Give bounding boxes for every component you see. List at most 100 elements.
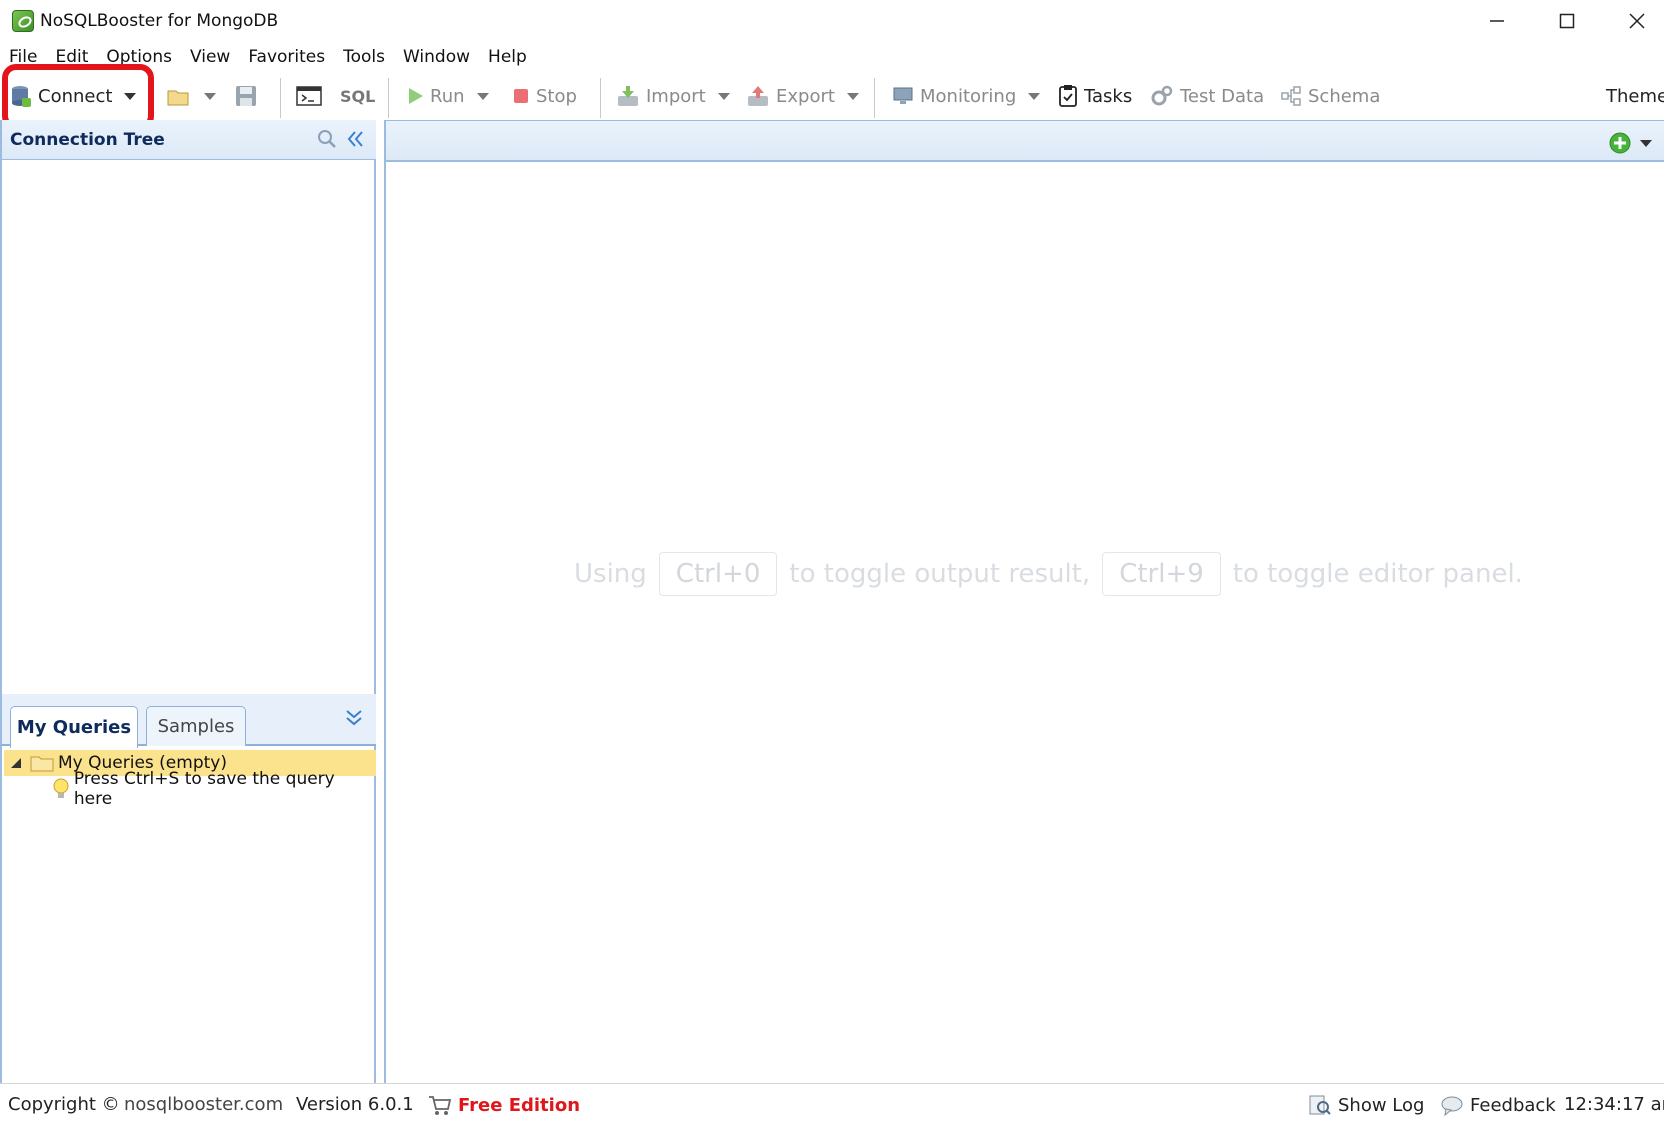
toolbar-separator xyxy=(600,78,601,118)
schema-button[interactable]: Schema xyxy=(1280,80,1380,112)
terminal-icon xyxy=(296,86,322,106)
tab-samples[interactable]: Samples xyxy=(146,706,246,746)
theme-button[interactable]: Theme xyxy=(1606,80,1664,112)
tasks-button[interactable]: Tasks xyxy=(1058,80,1132,112)
close-icon xyxy=(1629,13,1645,29)
minimize-button[interactable] xyxy=(1462,0,1532,42)
editor-empty-hint: Using Ctrl+0 to toggle output result, Ct… xyxy=(574,552,1523,596)
collapse-panel-icon[interactable] xyxy=(346,128,366,154)
schema-label: Schema xyxy=(1308,85,1381,107)
save-button[interactable] xyxy=(234,80,258,112)
chevron-down-icon[interactable] xyxy=(1640,139,1652,147)
close-button[interactable] xyxy=(1602,0,1664,42)
maximize-button[interactable] xyxy=(1532,0,1602,42)
expand-triangle-icon[interactable] xyxy=(10,757,22,769)
copyright-text: Copyright © xyxy=(8,1094,120,1115)
gears-icon xyxy=(1151,85,1173,106)
edition-label: Free Edition xyxy=(458,1094,581,1116)
menu-window[interactable]: Window xyxy=(394,47,479,67)
save-icon xyxy=(236,86,256,106)
search-icon[interactable] xyxy=(316,128,338,154)
hint-key-editor: Ctrl+9 xyxy=(1102,552,1221,596)
run-label: Run xyxy=(430,85,465,107)
toolbar: Connect SQL Run Stop Import Export Monit… xyxy=(0,64,1664,130)
monitoring-label: Monitoring xyxy=(920,85,1017,107)
my-queries-tree: My Queries (empty) Press Ctrl+S to save … xyxy=(0,746,376,1083)
show-log-button[interactable]: Show Log xyxy=(1308,1094,1424,1116)
hint-suffix: to toggle editor panel. xyxy=(1232,559,1523,589)
menu-view[interactable]: View xyxy=(181,47,239,67)
export-label: Export xyxy=(776,85,835,107)
theme-label: Theme xyxy=(1606,85,1664,107)
toolbar-separator xyxy=(280,78,281,118)
hint-middle: to toggle output result, xyxy=(789,559,1091,589)
import-button[interactable]: Import xyxy=(616,80,730,112)
clipboard-icon xyxy=(1059,85,1077,107)
maximize-icon xyxy=(1559,13,1575,29)
monitor-icon xyxy=(893,87,913,104)
stop-button[interactable]: Stop xyxy=(512,80,577,112)
play-icon xyxy=(409,88,423,104)
site-link[interactable]: nosqlbooster.com xyxy=(124,1094,283,1115)
tab-my-queries[interactable]: My Queries xyxy=(10,706,138,748)
lightbulb-icon xyxy=(53,778,69,798)
run-button[interactable]: Run xyxy=(406,80,489,112)
monitoring-button[interactable]: Monitoring xyxy=(892,80,1041,112)
clock-text: 12:34:17 am xyxy=(1564,1094,1664,1115)
test-data-label: Test Data xyxy=(1180,85,1265,107)
plus-circle-icon xyxy=(1609,132,1631,154)
tree-hint-row: Press Ctrl+S to save the query here xyxy=(52,769,376,809)
expand-down-icon[interactable] xyxy=(344,708,364,732)
tasks-label: Tasks xyxy=(1084,85,1133,107)
cart-icon xyxy=(429,1096,452,1115)
chevron-down-icon[interactable] xyxy=(476,92,489,100)
feedback-button[interactable]: Feedback xyxy=(1440,1094,1556,1116)
stop-icon xyxy=(514,89,528,103)
hint-key-output: Ctrl+0 xyxy=(658,552,778,596)
import-icon xyxy=(618,86,638,106)
connection-tree-header: Connection Tree xyxy=(0,120,376,160)
show-log-label: Show Log xyxy=(1338,1094,1425,1116)
stop-label: Stop xyxy=(536,85,577,107)
feedback-label: Feedback xyxy=(1470,1094,1556,1116)
menu-favorites[interactable]: Favorites xyxy=(239,47,334,67)
title-bar: NoSQLBooster for MongoDB xyxy=(0,0,1664,42)
app-logo-icon xyxy=(12,10,34,32)
status-bar: Copyright © nosqlbooster.com Version 6.0… xyxy=(0,1083,1664,1125)
log-search-icon xyxy=(1309,1095,1331,1115)
connection-tree-title: Connection Tree xyxy=(10,130,165,150)
open-button[interactable] xyxy=(166,80,216,112)
connection-tree[interactable] xyxy=(0,160,376,694)
toolbar-separator xyxy=(874,78,875,118)
minimize-icon xyxy=(1490,20,1504,22)
menu-tools[interactable]: Tools xyxy=(334,47,394,67)
chat-bubble-icon xyxy=(1441,1096,1463,1116)
version-text: Version 6.0.1 xyxy=(296,1094,414,1115)
chevron-down-icon[interactable] xyxy=(204,92,216,100)
chevron-down-icon[interactable] xyxy=(717,92,730,100)
edition-link[interactable]: Free Edition xyxy=(428,1094,580,1116)
chevron-down-icon[interactable] xyxy=(846,92,859,100)
schema-tree-icon xyxy=(1281,86,1301,106)
shell-button[interactable] xyxy=(296,80,322,112)
folder-icon xyxy=(30,756,54,772)
editor-tab-strip xyxy=(386,120,1664,162)
chevron-down-icon[interactable] xyxy=(1028,92,1041,100)
import-label: Import xyxy=(646,85,706,107)
sql-label: SQL xyxy=(340,86,376,106)
test-data-button[interactable]: Test Data xyxy=(1150,80,1264,112)
toolbar-separator xyxy=(388,78,389,118)
menu-bar: File Edit Options View Favorites Tools W… xyxy=(0,42,1664,72)
window-title: NoSQLBooster for MongoDB xyxy=(40,11,279,31)
queries-tab-strip: My Queries Samples xyxy=(0,694,376,748)
sql-button[interactable]: SQL xyxy=(340,80,375,112)
add-tab-button[interactable] xyxy=(1608,131,1652,155)
hint-prefix: Using xyxy=(574,559,647,589)
tree-hint-label: Press Ctrl+S to save the query here xyxy=(73,769,335,809)
export-button[interactable]: Export xyxy=(746,80,859,112)
editor-panel: Using Ctrl+0 to toggle output result, Ct… xyxy=(384,120,1664,1083)
open-folder-icon xyxy=(167,90,189,106)
left-panel: Connection Tree My Queries Samples My Qu… xyxy=(0,120,376,1083)
menu-help[interactable]: Help xyxy=(479,47,536,67)
export-icon xyxy=(748,86,768,106)
